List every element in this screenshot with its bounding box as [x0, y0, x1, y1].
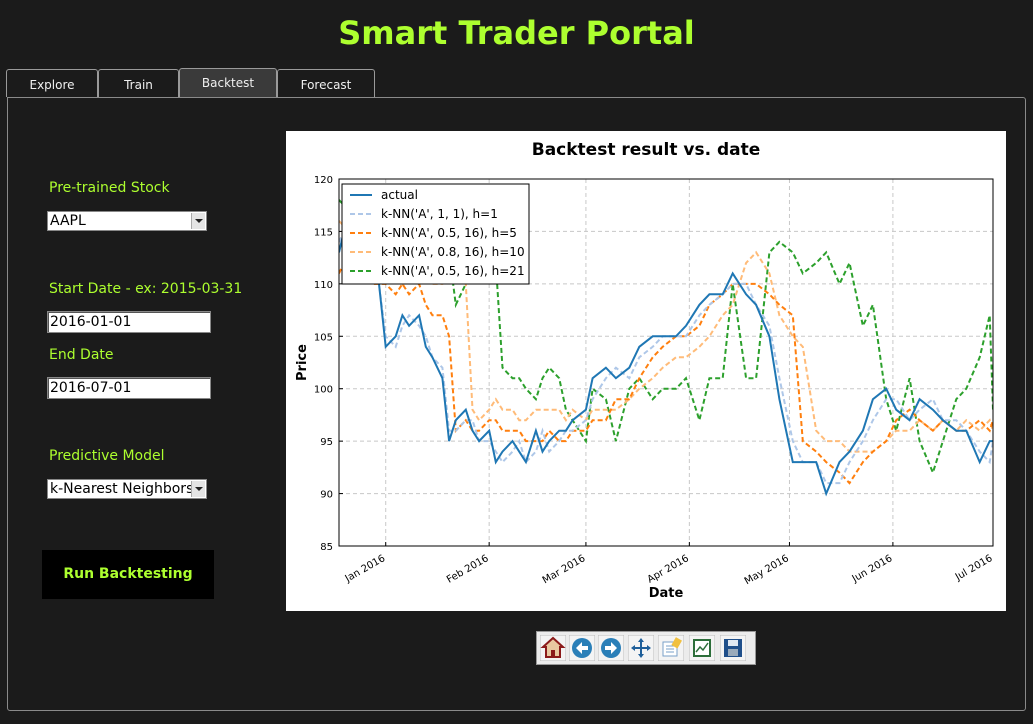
model-label: Predictive Model — [49, 448, 165, 464]
y-tick-label: 110 — [314, 280, 333, 291]
app-title: Smart Trader Portal — [338, 14, 695, 52]
x-tick-label: Jan 2016 — [343, 553, 388, 585]
x-tick-label: Jul 2016 — [953, 553, 995, 583]
legend-label: actual — [381, 188, 418, 202]
stock-select-value: AAPL — [50, 213, 86, 229]
chart-title: Backtest result vs. date — [532, 140, 761, 160]
forward-icon[interactable] — [598, 635, 624, 661]
tab-forecast[interactable]: Forecast — [277, 69, 375, 97]
x-axis-label: Date — [649, 586, 684, 601]
home-icon[interactable] — [540, 635, 566, 661]
back-icon[interactable] — [569, 635, 595, 661]
legend-label: k-NN('A', 1, 1), h=1 — [381, 207, 498, 221]
start-date-field[interactable]: 2016-01-01 — [47, 311, 211, 333]
y-tick-label: 120 — [314, 175, 333, 186]
tab-train[interactable]: Train — [98, 69, 179, 97]
chevron-down-icon[interactable] — [191, 213, 205, 229]
end-date-field[interactable]: 2016-07-01 — [47, 377, 211, 399]
legend-label: k-NN('A', 0.5, 16), h=21 — [381, 264, 525, 278]
start-date-label: Start Date - ex: 2015-03-31 — [49, 281, 243, 297]
x-tick-label: Feb 2016 — [445, 553, 491, 586]
y-tick-label: 115 — [314, 227, 333, 238]
tab-explore[interactable]: Explore — [6, 69, 98, 97]
y-tick-label: 90 — [320, 490, 333, 501]
legend-label: k-NN('A', 0.5, 16), h=5 — [381, 226, 517, 240]
run-backtesting-button[interactable]: Run Backtesting — [42, 550, 214, 599]
model-select[interactable]: k-Nearest Neighbors — [47, 479, 207, 499]
backtest-chart: Backtest result vs. date 85 90 95 100 105 110 1… — [295, 140, 995, 601]
configure-subplots-icon[interactable] — [658, 635, 684, 661]
x-tick-label: Apr 2016 — [646, 553, 691, 585]
y-tick-label: 85 — [320, 542, 333, 553]
y-tick-label: 95 — [320, 437, 333, 448]
pan-icon[interactable] — [628, 635, 654, 661]
stock-label: Pre-trained Stock — [49, 180, 170, 196]
x-tick-label: Mar 2016 — [541, 553, 588, 586]
save-icon[interactable] — [720, 635, 746, 661]
chevron-down-icon[interactable] — [191, 481, 205, 497]
plot-toolbar — [536, 631, 756, 665]
tab-backtest[interactable]: Backtest — [179, 68, 277, 98]
model-select-value: k-Nearest Neighbors — [50, 481, 194, 497]
y-axis-label: Price — [295, 344, 310, 381]
x-tick-label: Jun 2016 — [850, 553, 895, 585]
x-tick-label: May 2016 — [743, 553, 791, 587]
edit-axes-icon[interactable] — [689, 635, 715, 661]
backtest-plot: Backtest result vs. date 85 90 95 100 105 110 1… — [286, 131, 1006, 611]
end-date-label: End Date — [49, 347, 114, 363]
stock-select[interactable]: AAPL — [47, 211, 207, 231]
y-tick-label: 100 — [314, 385, 333, 396]
legend-label: k-NN('A', 0.8, 16), h=10 — [381, 245, 525, 259]
y-tick-label: 105 — [314, 332, 333, 343]
